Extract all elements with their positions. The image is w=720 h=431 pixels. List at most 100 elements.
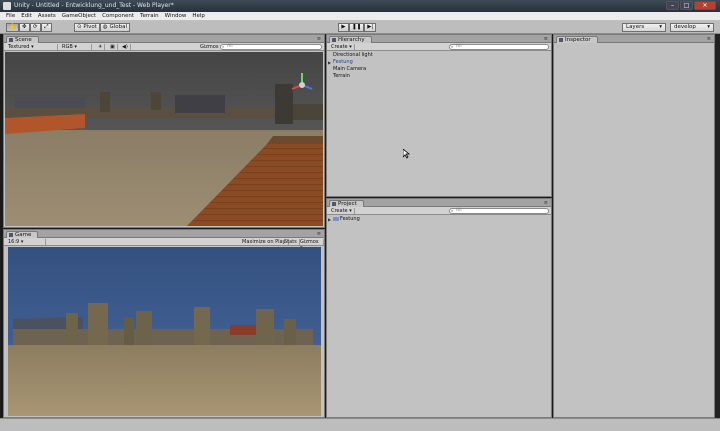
panel-menu-icon[interactable]: ≡ — [544, 200, 548, 206]
project-item-festung[interactable]: ▶ Festung — [327, 216, 551, 223]
expand-arrow-icon[interactable]: ▶ — [328, 59, 331, 66]
transform-tools: ✋ ✥ ⟳ ⤢ — [6, 23, 52, 32]
window-title: Unity - Untitled - Entwicklung_und_Test … — [14, 2, 174, 9]
pause-icon: ❚❚ — [352, 24, 362, 30]
play-controls: ▶ ❚❚ ▶| — [338, 23, 377, 32]
project-icon — [332, 202, 336, 206]
list-item-label: Terrain — [333, 73, 350, 79]
hierarchy-item-directional-light[interactable]: Directional light — [327, 52, 551, 59]
panel-menu-icon[interactable]: ≡ — [317, 231, 321, 237]
hierarchy-search-input[interactable]: ⌕ All — [449, 44, 549, 50]
menu-bar: File Edit Assets GameObject Component Te… — [0, 12, 720, 21]
hand-tool-button[interactable]: ✋ — [6, 23, 19, 32]
mouse-cursor-icon — [403, 149, 411, 159]
game-gizmos-dropdown[interactable]: Gizmos ▾ — [298, 239, 324, 251]
project-create-button[interactable]: Create ▾ — [329, 208, 355, 214]
image-icon: ▣ — [110, 44, 115, 50]
window-edge — [715, 34, 720, 418]
scene-viewport[interactable] — [5, 52, 323, 226]
pivot-tools: ⊙ Pivot ◍ Global — [74, 23, 130, 32]
maximize-label: Maximize on Play — [242, 239, 286, 245]
menu-assets[interactable]: Assets — [38, 13, 56, 19]
aspect-dropdown[interactable]: 16:9 ▾ — [6, 239, 46, 245]
move-tool-button[interactable]: ✥ — [18, 23, 30, 32]
search-icon: ⌕ — [222, 44, 225, 49]
scene-audio-toggle[interactable]: ◀) — [120, 44, 131, 50]
create-label: Create — [331, 208, 348, 214]
hierarchy-icon — [332, 38, 336, 42]
tab-inspector[interactable]: Inspector — [556, 36, 598, 43]
hierarchy-tabbar: Hierarchy ≡ — [327, 35, 551, 43]
project-list: ▶ Festung — [327, 216, 551, 223]
hierarchy-item-festung[interactable]: ▶ Festung — [327, 59, 551, 66]
game-icon — [9, 233, 13, 237]
close-button[interactable]: ✕ — [694, 1, 716, 10]
shading-dropdown[interactable]: Textured ▾ — [6, 44, 58, 50]
chevron-down-icon: ▾ — [659, 24, 662, 30]
scene-search-placeholder: All — [227, 44, 233, 49]
render-mode-dropdown[interactable]: RGB ▾ — [60, 44, 92, 50]
menu-edit[interactable]: Edit — [21, 13, 32, 19]
minimize-button[interactable]: – — [666, 1, 679, 10]
panel-menu-icon[interactable]: ≡ — [544, 36, 548, 42]
panel-menu-icon[interactable]: ≡ — [317, 36, 321, 42]
window-titlebar: Unity - Untitled - Entwicklung_und_Test … — [0, 0, 720, 12]
menu-terrain[interactable]: Terrain — [140, 13, 159, 19]
gizmos-label: Gizmos — [200, 44, 219, 50]
rotate-icon: ⟳ — [33, 24, 38, 30]
menu-help[interactable]: Help — [192, 13, 205, 19]
hand-icon: ✋ — [9, 24, 16, 30]
hierarchy-search-placeholder: All — [456, 44, 462, 49]
menu-file[interactable]: File — [6, 13, 15, 19]
scene-view-render — [5, 52, 323, 226]
list-item-label: Festung — [333, 59, 353, 65]
scale-tool-button[interactable]: ⤢ — [40, 23, 52, 32]
tab-game[interactable]: Game — [6, 231, 39, 238]
expand-arrow-icon[interactable]: ▶ — [328, 216, 331, 223]
speaker-icon: ◀) — [122, 44, 128, 50]
chevron-down-icon: ▾ — [707, 24, 710, 30]
create-label: Create — [331, 44, 348, 50]
hierarchy-toolbar: Create ▾ ⌕ All — [327, 43, 551, 51]
hierarchy-create-button[interactable]: Create ▾ — [329, 44, 355, 50]
scale-icon: ⤢ — [44, 24, 49, 30]
aspect-label: 16:9 — [8, 239, 20, 245]
maximize-button[interactable]: □ — [680, 1, 693, 10]
panel-menu-icon[interactable]: ≡ — [707, 36, 711, 42]
tab-scene[interactable]: Scene — [6, 36, 39, 43]
window-controls: – □ ✕ — [666, 1, 716, 10]
tab-hierarchy[interactable]: Hierarchy — [329, 36, 372, 43]
menu-window[interactable]: Window — [165, 13, 187, 19]
list-item-label: Festung — [340, 216, 360, 222]
menu-component[interactable]: Component — [102, 13, 134, 19]
scene-toolbar: Textured ▾ RGB ▾ ☀ ▣ ◀) Gizmos ▾ ⌕ All — [4, 43, 324, 51]
menu-gameobject[interactable]: GameObject — [62, 13, 96, 19]
play-button[interactable]: ▶ — [338, 23, 349, 32]
pivot-toggle[interactable]: ⊙ Pivot — [74, 23, 100, 32]
main-toolbar: ✋ ✥ ⟳ ⤢ ⊙ Pivot ◍ Global ▶ ❚❚ ▶| Layers … — [0, 21, 720, 34]
project-toolbar: Create ▾ ⌕ All — [327, 207, 551, 215]
pivot-label: Pivot — [83, 24, 97, 30]
tab-project[interactable]: Project — [329, 200, 364, 207]
layout-dropdown[interactable]: develop ▾ — [670, 23, 714, 32]
stats-label: Stats — [284, 239, 297, 245]
project-panel: Project ≡ Create ▾ ⌕ All ▶ Festung — [326, 198, 552, 418]
pause-button[interactable]: ❚❚ — [349, 23, 365, 32]
hierarchy-item-terrain[interactable]: Terrain — [327, 73, 551, 80]
project-search-placeholder: All — [456, 208, 462, 213]
game-viewport[interactable] — [8, 247, 321, 416]
sun-icon: ☀ — [98, 44, 103, 50]
inspector-panel: Inspector ≡ — [553, 34, 715, 418]
scene-search-input[interactable]: ⌕ All — [220, 44, 322, 50]
step-button[interactable]: ▶| — [364, 23, 377, 32]
hierarchy-item-main-camera[interactable]: Main Camera — [327, 66, 551, 73]
layers-dropdown[interactable]: Layers ▾ — [622, 23, 666, 32]
scene-image-toggle[interactable]: ▣ — [108, 44, 118, 50]
scene-lighting-toggle[interactable]: ☀ — [96, 44, 106, 50]
global-toggle[interactable]: ◍ Global — [99, 23, 130, 32]
rotate-tool-button[interactable]: ⟳ — [29, 23, 41, 32]
game-view-render — [8, 247, 321, 416]
shading-label: Textured — [8, 44, 30, 50]
project-search-input[interactable]: ⌕ All — [449, 208, 549, 214]
hierarchy-list: Directional light ▶ Festung Main Camera … — [327, 52, 551, 80]
